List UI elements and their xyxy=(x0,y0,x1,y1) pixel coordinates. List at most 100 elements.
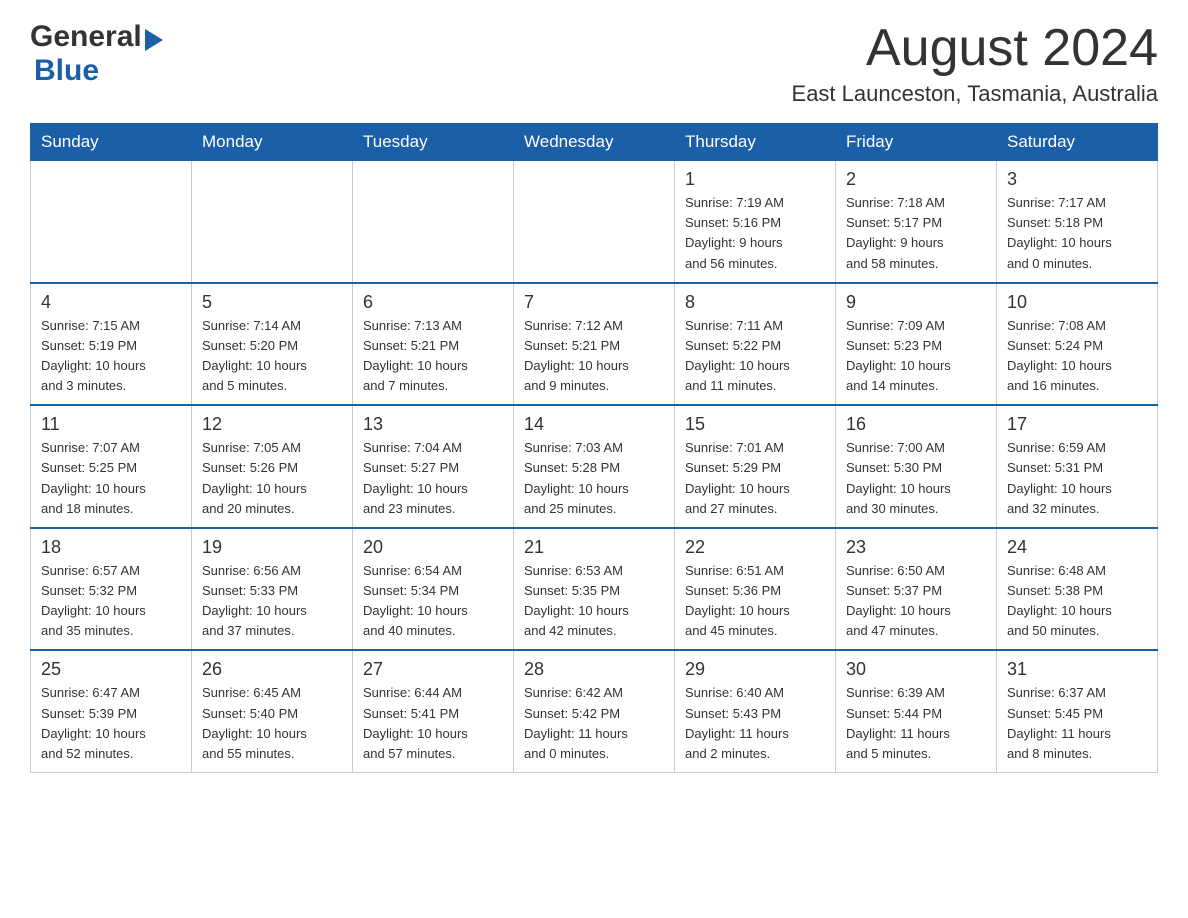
day-number: 10 xyxy=(1007,292,1147,313)
weekday-header-tuesday: Tuesday xyxy=(353,124,514,161)
day-number: 7 xyxy=(524,292,664,313)
day-info: Sunrise: 6:51 AM Sunset: 5:36 PM Dayligh… xyxy=(685,561,825,642)
day-number: 23 xyxy=(846,537,986,558)
day-number: 24 xyxy=(1007,537,1147,558)
calendar-cell: 20 Sunrise: 6:54 AM Sunset: 5:34 PM Dayli… xyxy=(353,528,514,651)
logo-blue-text: Blue xyxy=(34,54,99,88)
calendar-header-row: SundayMondayTuesdayWednesdayThursdayFrid… xyxy=(31,124,1158,161)
day-info: Sunrise: 6:56 AM Sunset: 5:33 PM Dayligh… xyxy=(202,561,342,642)
day-number: 19 xyxy=(202,537,342,558)
logo-arrow-icon xyxy=(145,29,163,51)
calendar-cell: 24 Sunrise: 6:48 AM Sunset: 5:38 PM Dayli… xyxy=(997,528,1158,651)
day-number: 11 xyxy=(41,414,181,435)
day-number: 28 xyxy=(524,659,664,680)
calendar-cell: 30 Sunrise: 6:39 AM Sunset: 5:44 PM Dayli… xyxy=(836,650,997,772)
calendar-cell xyxy=(353,161,514,283)
calendar-cell xyxy=(514,161,675,283)
day-number: 5 xyxy=(202,292,342,313)
day-number: 16 xyxy=(846,414,986,435)
calendar-cell: 29 Sunrise: 6:40 AM Sunset: 5:43 PM Dayli… xyxy=(675,650,836,772)
day-info: Sunrise: 6:57 AM Sunset: 5:32 PM Dayligh… xyxy=(41,561,181,642)
day-number: 31 xyxy=(1007,659,1147,680)
day-info: Sunrise: 7:00 AM Sunset: 5:30 PM Dayligh… xyxy=(846,438,986,519)
day-info: Sunrise: 6:37 AM Sunset: 5:45 PM Dayligh… xyxy=(1007,683,1147,764)
calendar-cell: 31 Sunrise: 6:37 AM Sunset: 5:45 PM Dayli… xyxy=(997,650,1158,772)
day-info: Sunrise: 7:07 AM Sunset: 5:25 PM Dayligh… xyxy=(41,438,181,519)
calendar-cell: 27Sunrise: 6:44 AM Sunset: 5:41 PM Dayli… xyxy=(353,650,514,772)
calendar-cell xyxy=(192,161,353,283)
weekday-header-thursday: Thursday xyxy=(675,124,836,161)
calendar-cell: 8Sunrise: 7:11 AM Sunset: 5:22 PM Daylig… xyxy=(675,283,836,406)
calendar-week-row: 11 Sunrise: 7:07 AM Sunset: 5:25 PM Dayli… xyxy=(31,405,1158,528)
day-info: Sunrise: 7:17 AM Sunset: 5:18 PM Dayligh… xyxy=(1007,193,1147,274)
calendar-cell: 22Sunrise: 6:51 AM Sunset: 5:36 PM Dayli… xyxy=(675,528,836,651)
day-info: Sunrise: 6:42 AM Sunset: 5:42 PM Dayligh… xyxy=(524,683,664,764)
day-number: 2 xyxy=(846,169,986,190)
calendar-cell: 26Sunrise: 6:45 AM Sunset: 5:40 PM Dayli… xyxy=(192,650,353,772)
calendar-week-row: 18 Sunrise: 6:57 AM Sunset: 5:32 PM Dayli… xyxy=(31,528,1158,651)
day-number: 3 xyxy=(1007,169,1147,190)
day-number: 20 xyxy=(363,537,503,558)
logo: General Blue xyxy=(30,20,163,88)
title-block: August 2024 East Launceston, Tasmania, A… xyxy=(792,20,1158,107)
calendar-cell: 25 Sunrise: 6:47 AM Sunset: 5:39 PM Dayli… xyxy=(31,650,192,772)
weekday-header-sunday: Sunday xyxy=(31,124,192,161)
calendar-table: SundayMondayTuesdayWednesdayThursdayFrid… xyxy=(30,123,1158,773)
day-number: 18 xyxy=(41,537,181,558)
logo-general-text: General xyxy=(30,20,142,54)
calendar-cell: 3 Sunrise: 7:17 AM Sunset: 5:18 PM Daylig… xyxy=(997,161,1158,283)
calendar-cell: 5 Sunrise: 7:14 AM Sunset: 5:20 PM Daylig… xyxy=(192,283,353,406)
day-number: 15 xyxy=(685,414,825,435)
calendar-cell: 13 Sunrise: 7:04 AM Sunset: 5:27 PM Dayli… xyxy=(353,405,514,528)
day-info: Sunrise: 6:53 AM Sunset: 5:35 PM Dayligh… xyxy=(524,561,664,642)
calendar-cell: 16 Sunrise: 7:00 AM Sunset: 5:30 PM Dayli… xyxy=(836,405,997,528)
day-info: Sunrise: 7:14 AM Sunset: 5:20 PM Dayligh… xyxy=(202,316,342,397)
calendar-cell: 7 Sunrise: 7:12 AM Sunset: 5:21 PM Daylig… xyxy=(514,283,675,406)
calendar-cell xyxy=(31,161,192,283)
day-info: Sunrise: 6:54 AM Sunset: 5:34 PM Dayligh… xyxy=(363,561,503,642)
day-number: 21 xyxy=(524,537,664,558)
day-info: Sunrise: 6:44 AM Sunset: 5:41 PM Dayligh… xyxy=(363,683,503,764)
calendar-cell: 15Sunrise: 7:01 AM Sunset: 5:29 PM Dayli… xyxy=(675,405,836,528)
day-info: Sunrise: 7:08 AM Sunset: 5:24 PM Dayligh… xyxy=(1007,316,1147,397)
day-number: 4 xyxy=(41,292,181,313)
day-number: 25 xyxy=(41,659,181,680)
day-info: Sunrise: 7:13 AM Sunset: 5:21 PM Dayligh… xyxy=(363,316,503,397)
day-number: 8 xyxy=(685,292,825,313)
day-number: 9 xyxy=(846,292,986,313)
day-info: Sunrise: 6:40 AM Sunset: 5:43 PM Dayligh… xyxy=(685,683,825,764)
calendar-cell: 12 Sunrise: 7:05 AM Sunset: 5:26 PM Dayli… xyxy=(192,405,353,528)
calendar-cell: 11 Sunrise: 7:07 AM Sunset: 5:25 PM Dayli… xyxy=(31,405,192,528)
day-number: 12 xyxy=(202,414,342,435)
day-info: Sunrise: 7:12 AM Sunset: 5:21 PM Dayligh… xyxy=(524,316,664,397)
day-number: 29 xyxy=(685,659,825,680)
calendar-cell: 4 Sunrise: 7:15 AM Sunset: 5:19 PM Daylig… xyxy=(31,283,192,406)
weekday-header-monday: Monday xyxy=(192,124,353,161)
calendar-cell: 19 Sunrise: 6:56 AM Sunset: 5:33 PM Dayli… xyxy=(192,528,353,651)
calendar-cell: 17 Sunrise: 6:59 AM Sunset: 5:31 PM Dayli… xyxy=(997,405,1158,528)
day-info: Sunrise: 6:39 AM Sunset: 5:44 PM Dayligh… xyxy=(846,683,986,764)
calendar-cell: 28 Sunrise: 6:42 AM Sunset: 5:42 PM Dayli… xyxy=(514,650,675,772)
weekday-header-friday: Friday xyxy=(836,124,997,161)
calendar-cell: 21 Sunrise: 6:53 AM Sunset: 5:35 PM Dayli… xyxy=(514,528,675,651)
day-number: 26 xyxy=(202,659,342,680)
weekday-header-wednesday: Wednesday xyxy=(514,124,675,161)
day-info: Sunrise: 7:05 AM Sunset: 5:26 PM Dayligh… xyxy=(202,438,342,519)
calendar-cell: 14Sunrise: 7:03 AM Sunset: 5:28 PM Dayli… xyxy=(514,405,675,528)
day-info: Sunrise: 7:04 AM Sunset: 5:27 PM Dayligh… xyxy=(363,438,503,519)
day-number: 6 xyxy=(363,292,503,313)
day-info: Sunrise: 6:47 AM Sunset: 5:39 PM Dayligh… xyxy=(41,683,181,764)
calendar-cell: 10 Sunrise: 7:08 AM Sunset: 5:24 PM Dayli… xyxy=(997,283,1158,406)
day-info: Sunrise: 6:59 AM Sunset: 5:31 PM Dayligh… xyxy=(1007,438,1147,519)
day-info: Sunrise: 7:03 AM Sunset: 5:28 PM Dayligh… xyxy=(524,438,664,519)
day-number: 17 xyxy=(1007,414,1147,435)
day-info: Sunrise: 6:48 AM Sunset: 5:38 PM Dayligh… xyxy=(1007,561,1147,642)
calendar-cell: 2Sunrise: 7:18 AM Sunset: 5:17 PM Daylig… xyxy=(836,161,997,283)
day-number: 1 xyxy=(685,169,825,190)
day-number: 30 xyxy=(846,659,986,680)
calendar-cell: 6 Sunrise: 7:13 AM Sunset: 5:21 PM Daylig… xyxy=(353,283,514,406)
day-info: Sunrise: 7:15 AM Sunset: 5:19 PM Dayligh… xyxy=(41,316,181,397)
day-number: 13 xyxy=(363,414,503,435)
month-title: August 2024 xyxy=(792,20,1158,77)
page-header: General Blue August 2024 East Launceston… xyxy=(30,20,1158,107)
